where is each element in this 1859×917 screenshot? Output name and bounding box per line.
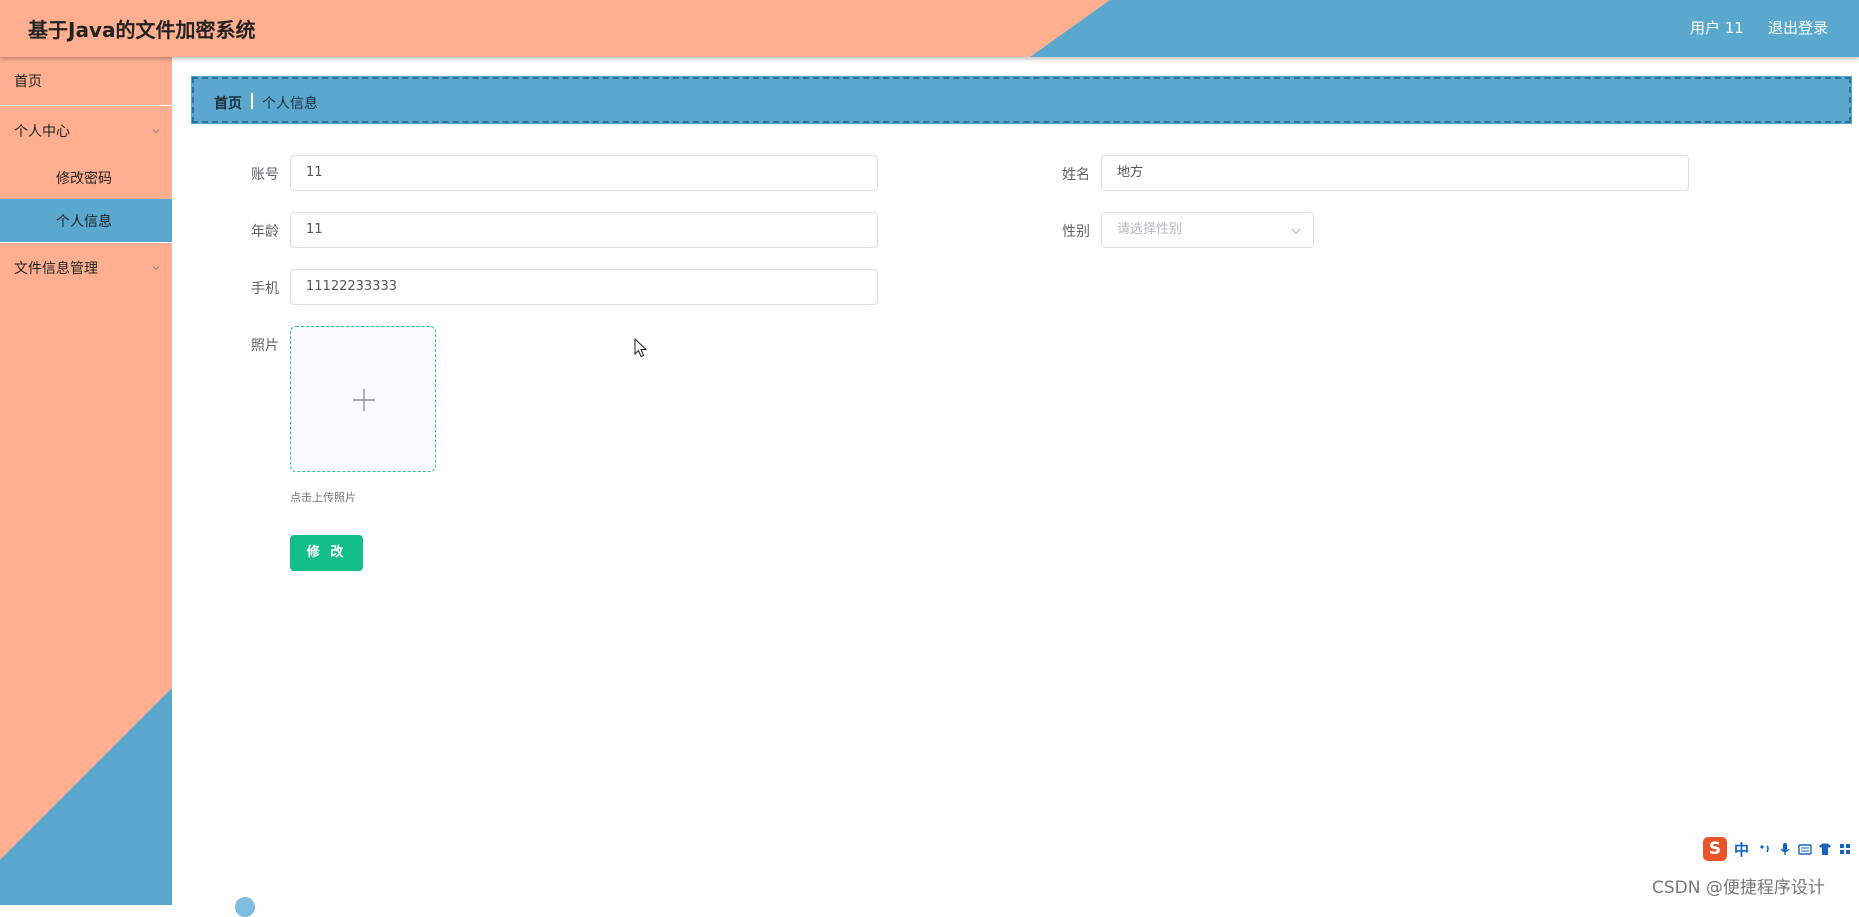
plus-icon xyxy=(353,389,375,411)
current-user-label: 用户 11 xyxy=(1690,19,1744,37)
account-label: 账号 xyxy=(251,167,279,183)
mouse-cursor-icon xyxy=(634,338,648,358)
age-value: 11 xyxy=(306,222,323,237)
main-content: 首页 个人信息 账号 11 姓名 地方 年龄 11 性别 请选择性别 手机 11… xyxy=(172,57,1859,905)
breadcrumb-current: 个人信息 xyxy=(262,96,318,112)
phone-field[interactable]: 11122233333 xyxy=(290,269,878,305)
submit-button[interactable]: 修 改 xyxy=(290,535,363,571)
name-label: 姓名 xyxy=(1062,167,1090,183)
top-header: 基于Java的文件加密系统 用户 11 退出登录 xyxy=(0,0,1859,57)
punctuation-icon[interactable] xyxy=(1758,842,1772,856)
breadcrumb-separator xyxy=(251,93,253,109)
sidebar: 首页 个人中心 修改密码 个人信息 文件信息管理 xyxy=(0,57,172,905)
phone-label: 手机 xyxy=(251,281,279,297)
sidebar-item-personal-center[interactable]: 个人中心 xyxy=(0,106,172,156)
chevron-down-icon xyxy=(152,129,160,134)
ime-logo-icon[interactable]: S xyxy=(1703,837,1727,861)
photo-label: 照片 xyxy=(251,338,279,354)
sidebar-item-file-management[interactable]: 文件信息管理 xyxy=(0,243,172,293)
name-field[interactable]: 地方 xyxy=(1101,155,1689,191)
sidebar-item-change-password[interactable]: 修改密码 xyxy=(0,156,172,199)
phone-value: 11122233333 xyxy=(306,279,397,294)
gender-select[interactable]: 请选择性别 xyxy=(1101,212,1314,248)
header-decor-salmon xyxy=(0,0,1110,57)
chevron-down-icon xyxy=(1291,228,1301,234)
breadcrumb: 首页 个人信息 xyxy=(192,77,1851,123)
breadcrumb-home[interactable]: 首页 xyxy=(214,93,242,113)
app-title: 基于Java的文件加密系统 xyxy=(28,18,256,42)
upload-hint: 点击上传照片 xyxy=(290,491,356,504)
sidebar-item-home[interactable]: 首页 xyxy=(0,57,172,105)
more-icon[interactable] xyxy=(1838,842,1852,856)
gender-label: 性别 xyxy=(1062,224,1090,240)
gender-placeholder: 请选择性别 xyxy=(1117,222,1183,237)
name-value: 地方 xyxy=(1117,165,1144,180)
sidebar-item-personal-info[interactable]: 个人信息 xyxy=(0,199,172,242)
sidebar-item-label: 个人信息 xyxy=(56,214,112,230)
sidebar-item-label: 首页 xyxy=(14,74,42,90)
keyboard-icon[interactable] xyxy=(1798,842,1812,856)
account-field[interactable]: 11 xyxy=(290,155,878,191)
scroll-indicator xyxy=(235,897,255,917)
age-label: 年龄 xyxy=(251,224,279,240)
watermark: CSDN @便捷程序设计 xyxy=(1652,878,1825,898)
age-field[interactable]: 11 xyxy=(290,212,878,248)
microphone-icon[interactable] xyxy=(1778,842,1792,856)
photo-uploader[interactable] xyxy=(290,326,436,472)
ime-toolbar: S 中 xyxy=(1700,834,1859,864)
shirt-icon[interactable] xyxy=(1818,842,1832,856)
sidebar-item-label: 文件信息管理 xyxy=(14,261,98,277)
chevron-down-icon xyxy=(152,266,160,271)
sidebar-item-label: 修改密码 xyxy=(56,171,112,187)
sidebar-item-label: 个人中心 xyxy=(14,124,70,140)
account-value: 11 xyxy=(306,165,323,180)
ime-mode-indicator[interactable]: 中 xyxy=(1734,839,1749,860)
logout-link[interactable]: 退出登录 xyxy=(1768,17,1828,38)
